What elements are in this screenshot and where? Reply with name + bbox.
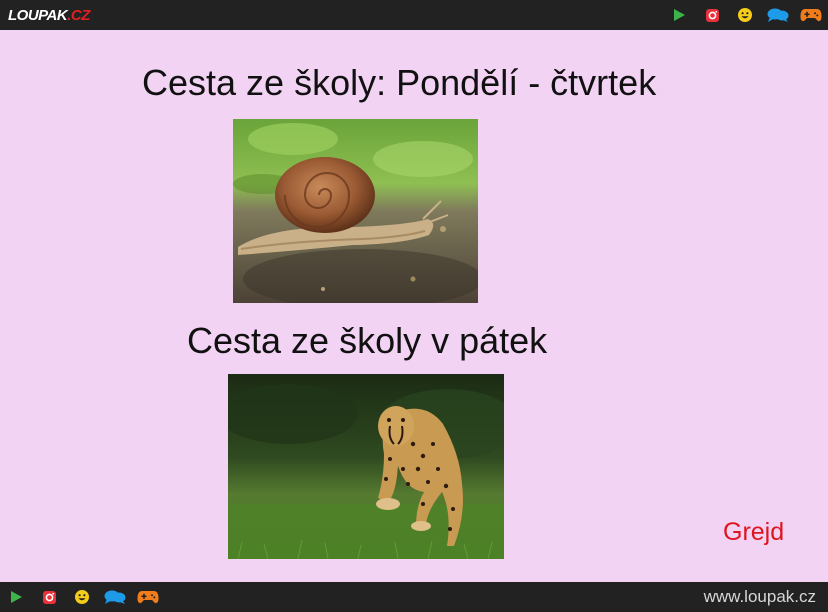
play-icon[interactable] <box>5 586 27 608</box>
gamepad-icon[interactable] <box>800 4 822 26</box>
smiley-icon[interactable] <box>734 4 756 26</box>
top-bar: LOUPAK .CZ <box>0 0 828 30</box>
author-signature: Grejd <box>723 518 785 546</box>
friday-caption: Cesta ze školy v pátek <box>187 320 548 361</box>
logo-text: LOUPAK <box>8 6 68 24</box>
cheetah-photo <box>228 374 504 559</box>
play-icon[interactable] <box>668 4 690 26</box>
instagram-icon[interactable] <box>38 586 60 608</box>
snail-photo <box>233 119 478 303</box>
meme-content: Cesta ze školy: Pondělí - čtvrtek Cesta … <box>0 30 828 582</box>
logo-domain: .CZ <box>67 6 90 24</box>
gamepad-icon[interactable] <box>137 586 159 608</box>
smiley-icon[interactable] <box>71 586 93 608</box>
site-url-link[interactable]: www.loupak.cz <box>704 587 816 607</box>
chat-icon[interactable] <box>104 586 126 608</box>
chat-icon[interactable] <box>767 4 789 26</box>
top-icon-links <box>657 4 822 26</box>
bottom-icon-links <box>5 586 170 608</box>
instagram-icon[interactable] <box>701 4 723 26</box>
bottom-bar: www.loupak.cz <box>0 582 828 612</box>
loupak-logo[interactable]: LOUPAK .CZ <box>8 5 90 25</box>
weekdays-caption: Cesta ze školy: Pondělí - čtvrtek <box>142 62 657 103</box>
